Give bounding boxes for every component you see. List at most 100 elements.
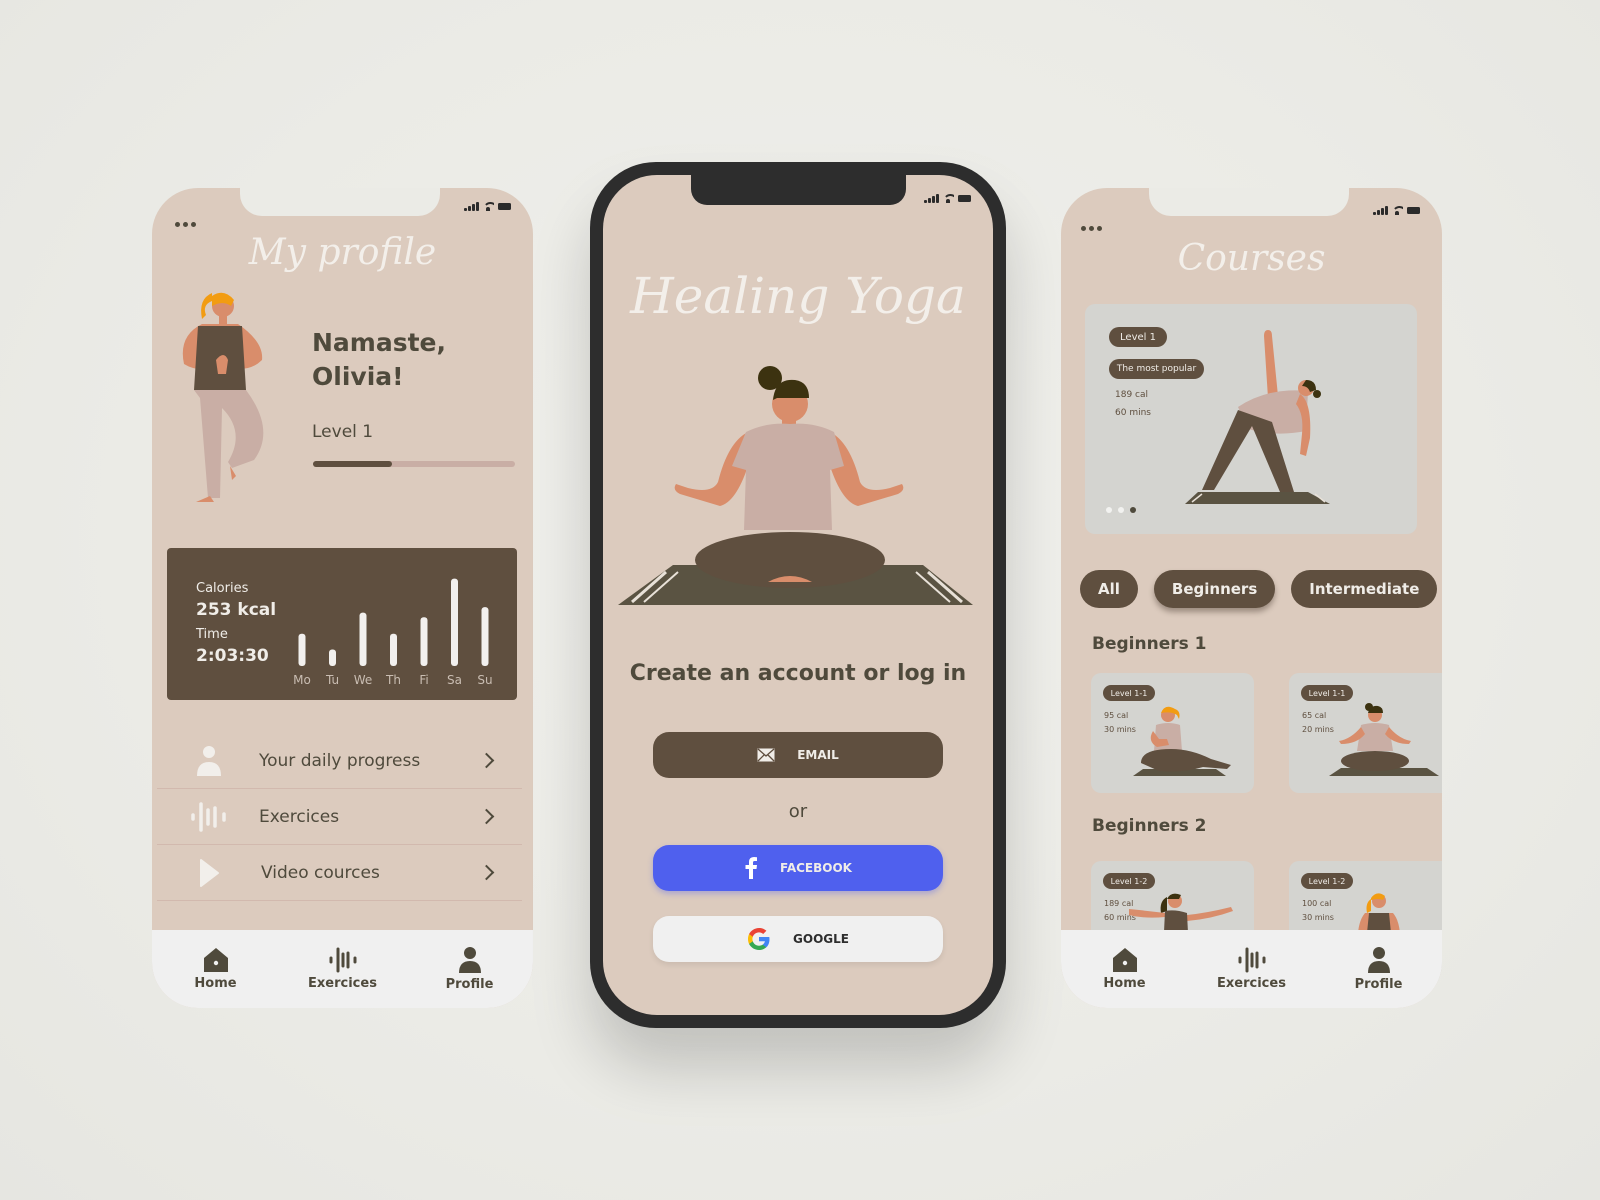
- duration: 30 mins: [1302, 913, 1334, 922]
- level-progress-bar: [313, 461, 515, 467]
- person-icon: [179, 745, 239, 777]
- page-title: My profile: [248, 232, 437, 273]
- tree-pose-illustration: [182, 292, 264, 502]
- play-icon: [179, 858, 239, 888]
- bar-mo: [298, 633, 306, 666]
- seated-twist-illustration: [1133, 706, 1231, 776]
- bar-fi: [420, 617, 428, 666]
- bar-we: [359, 612, 367, 666]
- bar-su: [481, 607, 489, 666]
- course-card[interactable]: Level 1-1 65 cal 20 mins: [1289, 673, 1442, 793]
- menu-item-exercices[interactable]: Exercices: [157, 789, 522, 845]
- level-badge: Level 1-1: [1103, 685, 1155, 701]
- x-tick-label: Fi: [419, 673, 428, 687]
- tab-exercices[interactable]: Exercices: [1207, 947, 1297, 991]
- tab-profile[interactable]: Profile: [1334, 946, 1424, 992]
- greeting-name: Olivia!: [312, 362, 404, 391]
- soundwave-icon: [1238, 947, 1265, 973]
- more-options-icon[interactable]: [175, 222, 196, 227]
- bottom-tab-bar: Home Exercices Profile: [152, 930, 533, 1008]
- course-card[interactable]: Level 1-1 95 cal 30 mins: [1091, 673, 1254, 793]
- menu-label: Exercices: [259, 806, 340, 827]
- time-label: Time: [196, 627, 228, 642]
- email-label: EMAIL: [797, 748, 839, 762]
- wifi-icon: [942, 194, 954, 203]
- wifi-icon: [1391, 206, 1403, 215]
- person-icon: [458, 947, 481, 973]
- bar-tu: [329, 649, 336, 666]
- weekly-activity-chart: Mo Tu We Th Fi Sa Su: [293, 578, 493, 687]
- app-title: Healing Yoga: [630, 267, 966, 325]
- level-badge: Level 1-2: [1301, 873, 1353, 889]
- status-bar: [1373, 206, 1420, 215]
- chevron-right-icon: [478, 752, 495, 769]
- person-icon: [1367, 947, 1390, 973]
- signal-icon: [1373, 206, 1388, 215]
- tab-profile[interactable]: Profile: [425, 946, 515, 992]
- calories-value: 253 kcal: [196, 600, 277, 620]
- notch: [1149, 188, 1349, 216]
- home-icon: [1112, 948, 1137, 972]
- tab-label: Exercices: [1217, 976, 1286, 991]
- status-bar: [464, 202, 511, 211]
- tab-home[interactable]: Home: [171, 947, 261, 991]
- email-login-button[interactable]: EMAIL: [653, 732, 943, 778]
- bar-th: [390, 633, 397, 666]
- filter-beginners[interactable]: Beginners: [1153, 570, 1276, 608]
- triangle-pose-illustration: [1185, 330, 1330, 504]
- home-icon: [203, 948, 228, 972]
- notch: [691, 175, 906, 205]
- courses-screen: Courses Level 1 The most popular 189 cal…: [1061, 188, 1442, 1008]
- google-label: GOOGLE: [793, 932, 849, 946]
- soundwave-icon: [179, 801, 239, 833]
- x-tick-label: Tu: [325, 673, 339, 687]
- tab-label: Profile: [445, 977, 494, 992]
- carousel-indicator: [1106, 507, 1136, 513]
- soundwave-icon: [329, 947, 356, 973]
- more-options-icon[interactable]: [1081, 226, 1102, 231]
- tab-home[interactable]: Home: [1080, 947, 1170, 991]
- menu-label: Video cources: [261, 862, 380, 883]
- carousel-dot[interactable]: [1130, 507, 1136, 513]
- tab-label: Exercices: [308, 976, 377, 991]
- level-filter-chips: All Beginners Intermediate Advanced: [1080, 570, 1442, 608]
- x-tick-label: Mo: [293, 673, 311, 687]
- meditation-illustration: [1329, 703, 1439, 776]
- stats-card: Calories 253 kcal Time 2:03:30 Mo Tu We Th F…: [167, 548, 517, 700]
- menu-item-video-cources[interactable]: Video cources: [157, 845, 522, 901]
- calories: 189 cal: [1115, 390, 1149, 400]
- filter-all[interactable]: All: [1080, 570, 1138, 608]
- filter-intermediate[interactable]: Intermediate: [1291, 570, 1438, 608]
- level-badge: Level 1-1: [1301, 685, 1353, 701]
- level-badge: Level 1-2: [1103, 873, 1155, 889]
- duration: 60 mins: [1115, 408, 1151, 418]
- cta-heading: Create an account or log in: [629, 661, 967, 686]
- tab-label: Home: [194, 976, 237, 991]
- level-label: Level 1: [312, 422, 374, 442]
- battery-icon: [1406, 207, 1420, 214]
- status-bar: [924, 194, 971, 203]
- time-value: 2:03:30: [196, 646, 269, 666]
- facebook-login-button[interactable]: FACEBOOK: [653, 845, 943, 891]
- google-login-button[interactable]: GOOGLE: [653, 916, 943, 962]
- featured-course-card[interactable]: Level 1 The most popular 189 cal 60 mins: [1085, 304, 1417, 534]
- facebook-icon: [745, 857, 758, 879]
- x-tick-label: Su: [477, 673, 492, 687]
- menu-item-daily-progress[interactable]: Your daily progress: [157, 733, 522, 789]
- greeting-line-1: Namaste,: [312, 328, 446, 357]
- envelope-icon: [757, 748, 775, 762]
- notch: [240, 188, 440, 216]
- tab-exercices[interactable]: Exercices: [298, 947, 388, 991]
- calories-label: Calories: [196, 581, 249, 596]
- bar-sa: [451, 578, 458, 666]
- carousel-dot[interactable]: [1106, 507, 1112, 513]
- page-title: Courses: [1177, 238, 1326, 279]
- meditation-illustration: [618, 366, 973, 605]
- carousel-dot[interactable]: [1118, 507, 1124, 513]
- battery-icon: [957, 195, 971, 202]
- x-tick-label: We: [354, 673, 373, 687]
- level-progress-fill: [313, 461, 392, 467]
- login-screen: Healing Yoga Create an account or log in…: [603, 175, 993, 1015]
- level-badge: Level 1: [1109, 327, 1167, 347]
- course-meta: 100 cal 30 mins: [1302, 897, 1334, 925]
